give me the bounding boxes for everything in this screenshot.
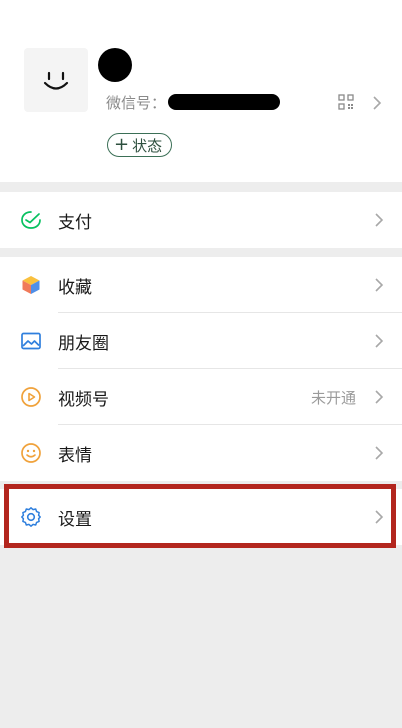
chevron-right-icon xyxy=(375,446,384,460)
menu-item-label: 表情 xyxy=(58,445,92,466)
chevron-right-icon xyxy=(375,278,384,292)
chevron-right-icon xyxy=(375,390,384,404)
qr-code-icon[interactable] xyxy=(338,94,354,110)
menu-item-pay[interactable]: 支付 xyxy=(0,192,402,248)
wallet-check-icon xyxy=(21,211,41,229)
menu-item-stickers[interactable]: 表情 xyxy=(0,425,402,481)
chevron-right-icon[interactable] xyxy=(372,95,382,111)
status-button[interactable]: + 状态 xyxy=(107,133,173,157)
features-section: 收藏 朋友圈 视频号 未开通 表情 xyxy=(0,257,402,481)
avatar[interactable] xyxy=(24,48,88,112)
play-circle-icon xyxy=(21,387,41,407)
smile-icon xyxy=(21,443,41,463)
profile-card[interactable]: 微信号： + 状态 xyxy=(0,0,402,182)
menu-item-label: 视频号 xyxy=(58,389,109,410)
status-label: 状态 xyxy=(132,136,163,155)
channels-status: 未开通 xyxy=(310,388,356,407)
plus-icon: + xyxy=(114,134,130,155)
menu-item-channels[interactable]: 视频号 未开通 xyxy=(0,369,402,425)
nickname-redacted xyxy=(98,48,132,82)
menu-item-favorites[interactable]: 收藏 xyxy=(0,257,402,313)
chevron-right-icon xyxy=(375,213,384,227)
pay-section: 支付 xyxy=(0,192,402,248)
picture-icon xyxy=(21,332,41,350)
smiley-avatar-icon xyxy=(43,71,69,90)
wechat-id-label: 微信号： xyxy=(106,93,167,112)
chevron-right-icon xyxy=(375,334,384,348)
menu-item-label: 收藏 xyxy=(58,277,92,298)
wechat-id-row: 微信号： xyxy=(106,91,281,113)
menu-item-moments[interactable]: 朋友圈 xyxy=(0,313,402,369)
menu-item-label: 朋友圈 xyxy=(58,333,109,354)
settings-highlight-box xyxy=(4,484,396,548)
menu-item-label: 支付 xyxy=(58,212,92,233)
cube-icon xyxy=(22,276,40,294)
wechat-id-redacted xyxy=(168,94,281,110)
